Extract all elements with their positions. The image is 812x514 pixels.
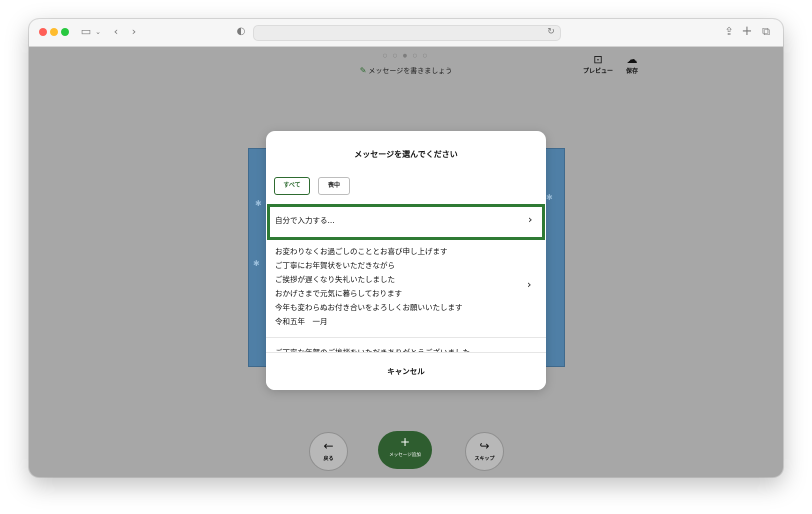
- snowflake-icon: ✱: [546, 193, 553, 202]
- preview-label: プレビュー: [582, 68, 613, 75]
- snowflake-icon: ✱: [255, 199, 262, 208]
- skip-arrow-icon: ↪: [479, 439, 490, 453]
- chevron-down-icon[interactable]: ⌄: [94, 24, 102, 40]
- skip-label: スキップ: [474, 456, 495, 462]
- add-message-button[interactable]: + メッセージ追加: [378, 431, 432, 469]
- chevron-right-icon[interactable]: ›: [527, 278, 531, 291]
- plus-icon: +: [399, 435, 411, 449]
- cancel-label: キャンセル: [387, 367, 425, 376]
- close-window-button[interactable]: [39, 28, 47, 36]
- message-line: おかげさまで元気に暮らしております: [275, 289, 403, 298]
- address-bar[interactable]: ↻: [253, 25, 561, 41]
- custom-input-label: 自分で入力する...: [275, 216, 335, 225]
- dialog-title: メッセージを選んでください: [354, 150, 458, 159]
- browser-window: ▭ ⌄ ‹ › ◐ ↻ ⇪ + ⧉ ○ ○ ● ○ ○ ✎ メッセージを書きましょ…: [29, 19, 783, 477]
- filter-chip-all[interactable]: すべて: [274, 177, 310, 195]
- save-button[interactable]: ☁ 保存: [612, 53, 652, 76]
- sidebar-icon[interactable]: ▭: [79, 24, 93, 40]
- add-message-label: メッセージ追加: [389, 453, 421, 458]
- list-divider: [266, 337, 546, 338]
- message-template-option[interactable]: お変わりなくお過ごしのこととお喜び申し上げます ご丁寧にお年賀状をいただきながら…: [275, 245, 515, 329]
- minimize-window-button[interactable]: [50, 28, 58, 36]
- message-line: お変わりなくお過ごしのこととお喜び申し上げます: [275, 247, 448, 256]
- step-hint-text: メッセージを書きましょう: [368, 67, 453, 75]
- cancel-button[interactable]: キャンセル: [266, 352, 546, 390]
- cloud-upload-icon: ☁: [626, 53, 638, 66]
- step-progress-dots: ○ ○ ● ○ ○: [382, 53, 430, 59]
- save-label: 保存: [625, 68, 638, 75]
- back-label: 戻る: [323, 456, 334, 462]
- pencil-icon: ✎: [359, 66, 367, 75]
- share-icon[interactable]: ⇪: [723, 24, 735, 40]
- skip-button[interactable]: ↪ スキップ: [465, 432, 504, 471]
- message-line: 令和五年 一月: [275, 317, 328, 326]
- forward-arrow-icon[interactable]: ›: [129, 24, 139, 40]
- chevron-right-icon: ›: [528, 213, 533, 226]
- tab-overview-icon[interactable]: ⧉: [760, 24, 772, 40]
- new-tab-icon[interactable]: +: [741, 24, 753, 40]
- back-arrow-icon[interactable]: ‹: [111, 24, 121, 40]
- zoom-window-button[interactable]: [61, 28, 69, 36]
- back-button[interactable]: ← 戻る: [309, 432, 348, 471]
- privacy-shield-icon[interactable]: ◐: [235, 24, 247, 40]
- reload-icon[interactable]: ↻: [546, 24, 556, 40]
- message-line: ご挨拶が遅くなり失礼いたしました: [275, 275, 395, 284]
- message-line: ご丁寧にお年賀状をいただきながら: [275, 261, 395, 270]
- snowflake-icon: ✱: [253, 259, 260, 268]
- message-line: 今年も変わらぬお付き合いをよろしくお願いいたします: [275, 303, 463, 312]
- filter-chip-mourning[interactable]: 喪中: [318, 177, 350, 195]
- app-content: ○ ○ ● ○ ○ ✎ メッセージを書きましょう ⊡ プレビュー ☁ 保存 ✱ ✱…: [29, 47, 783, 477]
- browser-toolbar: ▭ ⌄ ‹ › ◐ ↻ ⇪ + ⧉: [29, 19, 783, 47]
- message-picker-dialog: メッセージを選んでください すべて 喪中 自分で入力する... › お変わりなく…: [266, 131, 546, 390]
- arrow-left-icon: ←: [323, 439, 334, 453]
- custom-input-option[interactable]: 自分で入力する... ›: [267, 204, 545, 240]
- step-hint: ✎ メッセージを書きましょう: [29, 66, 783, 76]
